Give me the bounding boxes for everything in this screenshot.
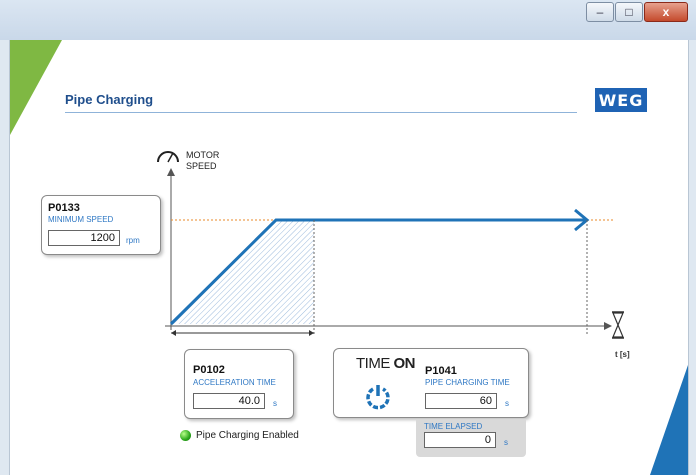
maximize-button[interactable]: □: [615, 2, 643, 22]
param-code: P1041: [425, 365, 457, 377]
speedometer-icon: [157, 151, 179, 163]
param-unit: s: [273, 399, 277, 408]
hourglass-icon: [612, 311, 624, 339]
time-on-suffix: ON: [393, 355, 416, 372]
param-name: TIME ELAPSED: [424, 422, 483, 431]
app-window: – □ x Pipe Charging WEG MOTOR SPEED t [s…: [0, 0, 696, 475]
param-unit: s: [504, 438, 508, 447]
time-elapsed-field: 0: [424, 432, 496, 448]
pipe-charging-status: Pipe Charging Enabled: [180, 430, 299, 441]
title-bar: – □ x: [0, 0, 696, 40]
time-on-label: TIME ON: [356, 355, 416, 372]
param-unit: rpm: [126, 236, 140, 245]
minimum-speed-panel: P0133 MINIMUM SPEED 1200 rpm: [41, 195, 161, 255]
status-led-icon: [180, 430, 191, 441]
param-name: ACCELERATION TIME: [193, 378, 276, 387]
time-on-prefix: TIME: [356, 355, 390, 372]
time-axis-label: t [s]: [615, 350, 630, 359]
param-unit: s: [505, 399, 509, 408]
close-button[interactable]: x: [644, 2, 688, 22]
client-area: Pipe Charging WEG MOTOR SPEED t [s] P013…: [9, 40, 689, 475]
acceleration-time-input[interactable]: 40.0: [193, 393, 265, 409]
status-text: Pipe Charging Enabled: [196, 430, 299, 441]
param-code: P0102: [193, 364, 225, 376]
acceleration-area: [171, 220, 314, 324]
power-icon: [366, 385, 390, 410]
param-name: MINIMUM SPEED: [48, 215, 114, 224]
param-name: PIPE CHARGING TIME: [425, 378, 510, 387]
param-code: P0133: [48, 202, 80, 214]
acceleration-time-panel: P0102 ACCELERATION TIME 40.0 s: [184, 349, 294, 419]
pipe-charging-time-input[interactable]: 60: [425, 393, 497, 409]
minimize-button[interactable]: –: [586, 2, 614, 22]
minimum-speed-input[interactable]: 1200: [48, 230, 120, 246]
motor-speed-label: MOTOR SPEED: [186, 150, 220, 171]
time-elapsed-panel: TIME ELAPSED 0 s: [416, 420, 526, 457]
